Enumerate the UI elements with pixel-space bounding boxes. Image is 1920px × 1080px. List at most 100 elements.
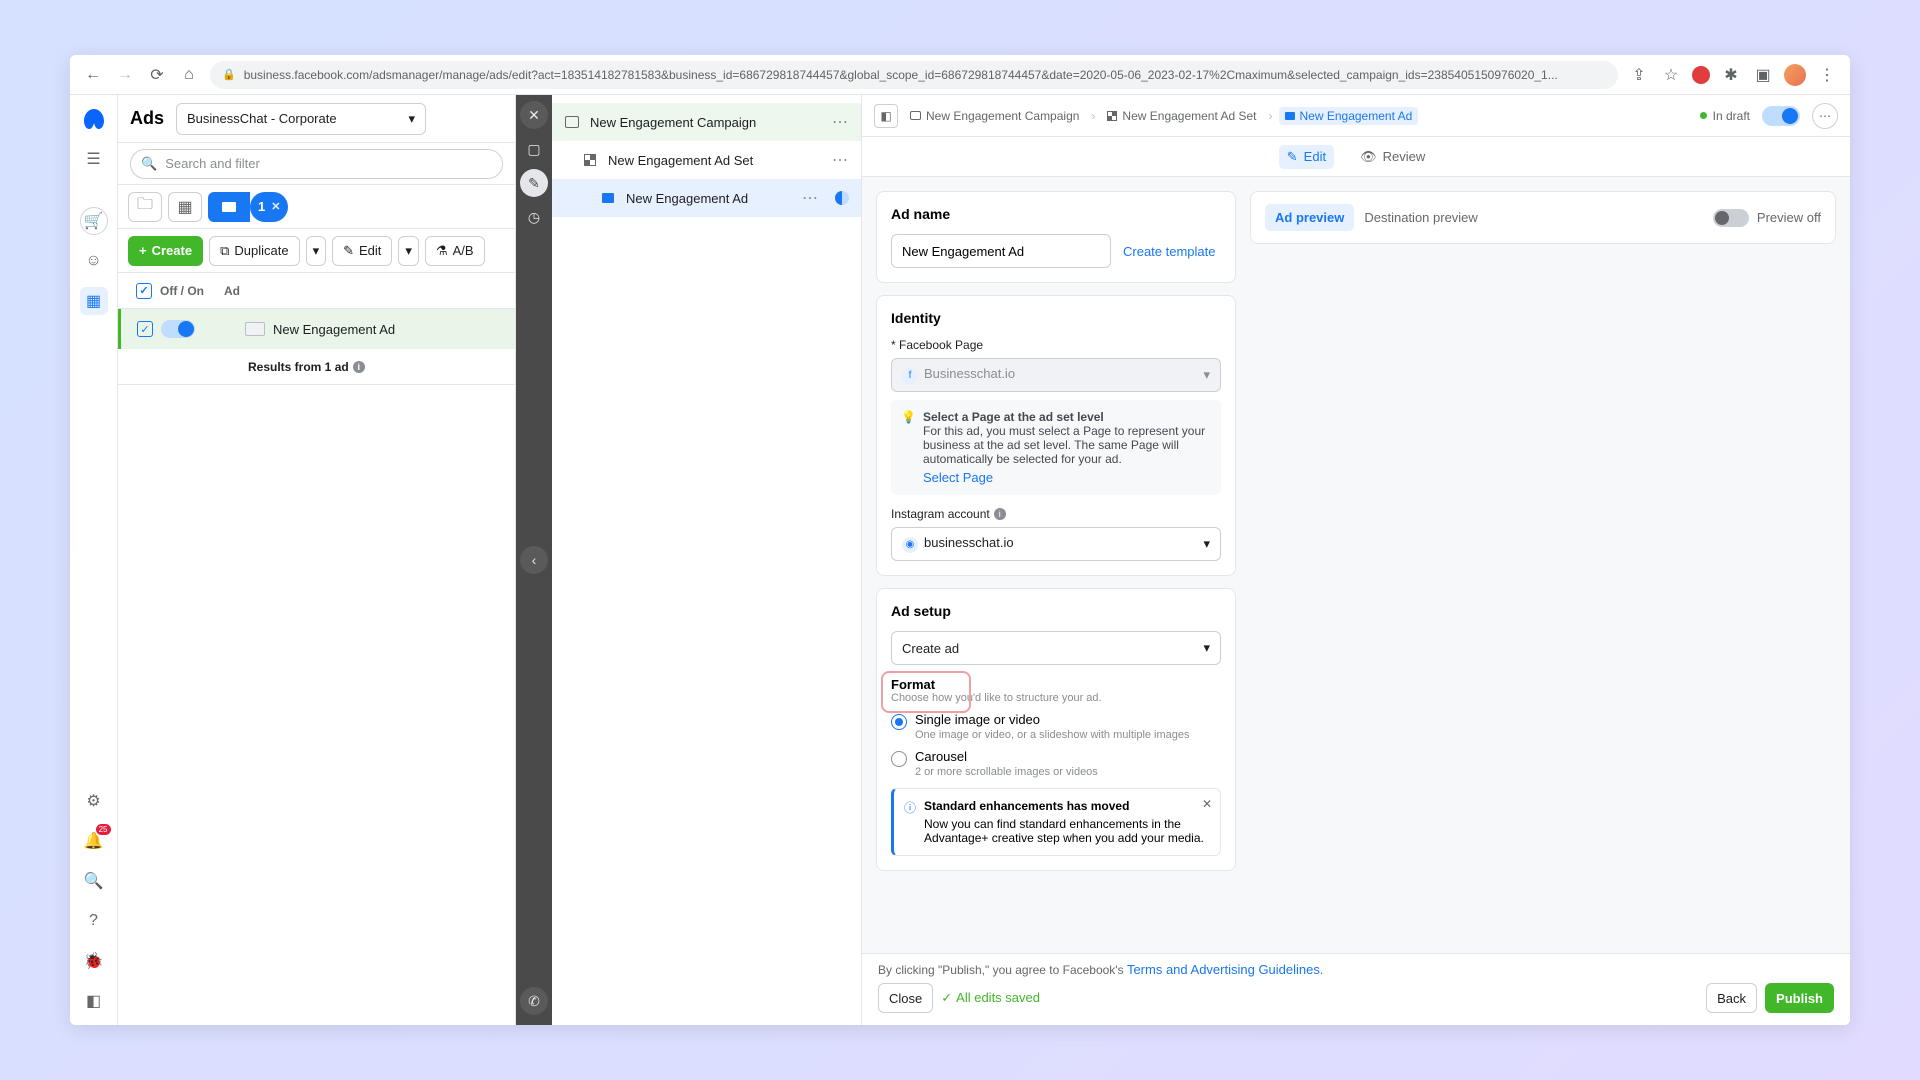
tree-ad[interactable]: New Engagement Ad ⋯ — [552, 179, 861, 217]
forward-icon[interactable]: → — [114, 64, 136, 86]
preview-card: Ad preview Destination preview Preview o… — [1250, 191, 1836, 244]
create-button[interactable]: +Create — [128, 236, 203, 266]
hamburger-icon[interactable]: ☰ — [80, 145, 108, 173]
checkbox-all[interactable]: ✓ — [136, 283, 152, 299]
info-icon[interactable]: i — [353, 361, 365, 373]
url-bar[interactable]: 🔒 business.facebook.com/adsmanager/manag… — [210, 61, 1618, 89]
toggle[interactable] — [161, 320, 195, 338]
more-icon[interactable]: ⋯ — [832, 150, 849, 170]
breadcrumb: ◧ New Engagement Campaign › New Engageme… — [862, 95, 1850, 137]
grid-view-icon[interactable]: ▦ — [168, 192, 202, 222]
info-alert: ⓘ Standard enhancements has moved Now yo… — [891, 788, 1221, 856]
create-template-link[interactable]: Create template — [1123, 244, 1216, 259]
select-page-link[interactable]: Select Page — [923, 470, 1211, 485]
more-icon[interactable]: ⋯ — [802, 188, 819, 208]
format-option-carousel[interactable]: Carousel 2 or more scrollable images or … — [891, 749, 1221, 778]
terms-link[interactable]: Terms and Advertising Guidelines — [1127, 962, 1320, 977]
extension-icon[interactable] — [1692, 66, 1710, 84]
more-icon[interactable]: ⋯ — [832, 112, 849, 132]
lock-icon: 🔒 — [222, 68, 236, 81]
preview-tab-ad[interactable]: Ad preview — [1265, 204, 1354, 231]
more-icon[interactable]: ⋯ — [1812, 103, 1838, 129]
chevron-down-icon: ▾ — [1203, 536, 1210, 552]
tree-adset[interactable]: New Engagement Ad Set ⋯ — [552, 141, 861, 179]
tree-panel: New Engagement Campaign ⋯ New Engagement… — [552, 95, 862, 1025]
close-icon[interactable]: ✕ — [520, 101, 548, 129]
search-icon[interactable]: 🔍 — [80, 867, 108, 895]
fb-page-select[interactable]: fBusinesschat.io ▾ — [891, 358, 1221, 392]
star-icon[interactable]: ☆ — [1660, 64, 1682, 86]
crumb-ad[interactable]: New Engagement Ad — [1279, 107, 1419, 125]
edit-button[interactable]: ✎Edit — [332, 236, 392, 266]
status-icon — [835, 191, 849, 205]
collapse-icon[interactable]: ‹ — [520, 546, 548, 574]
magnify-icon: 🔍 — [141, 156, 157, 172]
ad-setup-card: Ad setup Create ad ▾ Format Choose how y… — [876, 588, 1236, 871]
info-box: 💡 Select a Page at the ad set level For … — [891, 400, 1221, 495]
bell-icon[interactable]: 🔔25 — [80, 827, 108, 855]
help-icon[interactable]: ? — [80, 907, 108, 935]
face-icon[interactable]: ☺ — [80, 247, 108, 275]
meta-logo-icon[interactable] — [80, 105, 108, 133]
preview-toggle[interactable] — [1713, 209, 1749, 227]
folder-view-icon[interactable]: 🗀 — [128, 192, 162, 222]
preview-tab-dest[interactable]: Destination preview — [1354, 204, 1487, 231]
ad-setup-select[interactable]: Create ad ▾ — [891, 631, 1221, 665]
profile-avatar[interactable] — [1784, 64, 1806, 86]
clock-icon[interactable]: ◷ — [520, 203, 548, 231]
phone-icon[interactable]: ✆ — [520, 987, 548, 1015]
tree-campaign[interactable]: New Engagement Campaign ⋯ — [552, 103, 861, 141]
panel-toggle-icon[interactable]: ◧ — [874, 104, 898, 128]
ig-select[interactable]: ◉businesschat.io ▾ — [891, 527, 1221, 561]
fb-page-label: * Facebook Page — [891, 338, 1221, 352]
ad-icon — [602, 193, 614, 203]
ads-tab[interactable] — [208, 192, 250, 222]
bug-icon[interactable]: 🐞 — [80, 947, 108, 975]
tab-edit[interactable]: ✎Edit — [1279, 145, 1334, 169]
grid-icon[interactable]: ▦ — [80, 287, 108, 315]
edit-more[interactable]: ▾ — [398, 236, 419, 266]
crumb-campaign[interactable]: New Engagement Campaign — [904, 107, 1085, 125]
annotation-circle — [881, 671, 971, 713]
info-icon[interactable]: i — [994, 508, 1006, 520]
pencil-icon[interactable]: ✎ — [520, 169, 548, 197]
tab-review[interactable]: 👁Review — [1352, 145, 1433, 169]
reload-icon[interactable]: ⟳ — [146, 64, 168, 86]
search-input[interactable]: 🔍 Search and filter — [130, 149, 503, 179]
folder-icon — [565, 116, 579, 128]
back-button[interactable]: Back — [1706, 983, 1757, 1013]
duplicate-more[interactable]: ▾ — [306, 236, 327, 266]
cart-icon[interactable]: 🛒 — [80, 207, 108, 235]
preview-off-label: Preview off — [1757, 210, 1821, 225]
table-row[interactable]: ✓ New Engagement Ad — [118, 309, 515, 349]
account-selector[interactable]: BusinessChat - Corporate ▾ — [176, 103, 426, 135]
back-icon[interactable]: ← — [82, 64, 104, 86]
draft-toggle[interactable] — [1762, 106, 1800, 126]
bulb-icon: 💡 — [901, 410, 915, 424]
ad-name-input[interactable] — [891, 234, 1111, 268]
close-icon[interactable]: ✕ — [271, 200, 280, 213]
duplicate-button[interactable]: ⧉Duplicate — [209, 236, 300, 266]
panel-icon[interactable]: ▣ — [1752, 64, 1774, 86]
info-icon: ⓘ — [904, 799, 916, 845]
close-button[interactable]: Close — [878, 983, 933, 1013]
browser-toolbar: ← → ⟳ ⌂ 🔒 business.facebook.com/adsmanag… — [70, 55, 1850, 95]
format-option-single[interactable]: Single image or video One image or video… — [891, 712, 1221, 741]
crumb-adset[interactable]: New Engagement Ad Set — [1101, 107, 1262, 125]
gear-icon[interactable]: ⚙ — [80, 787, 108, 815]
checkbox-row[interactable]: ✓ — [137, 321, 153, 337]
close-icon[interactable]: ✕ — [1202, 797, 1212, 811]
menu-icon[interactable]: ⋮ — [1816, 64, 1838, 86]
puzzle-icon[interactable]: ✱ — [1720, 64, 1742, 86]
home-icon[interactable]: ⌂ — [178, 64, 200, 86]
share-icon[interactable]: ⇪ — [1628, 64, 1650, 86]
panel-left-icon[interactable]: ◧ — [80, 987, 108, 1015]
publish-button[interactable]: Publish — [1765, 983, 1834, 1013]
status-dot-icon — [1700, 112, 1707, 119]
filter-pill[interactable]: 1 ✕ — [250, 192, 288, 222]
chart-icon[interactable]: ▢ — [520, 135, 548, 163]
ab-test-button[interactable]: ⚗A/B — [425, 236, 485, 266]
table-header: ✓ Off / On Ad — [118, 273, 515, 309]
page-title: Ads — [130, 108, 164, 129]
url-text: business.facebook.com/adsmanager/manage/… — [244, 68, 1558, 82]
